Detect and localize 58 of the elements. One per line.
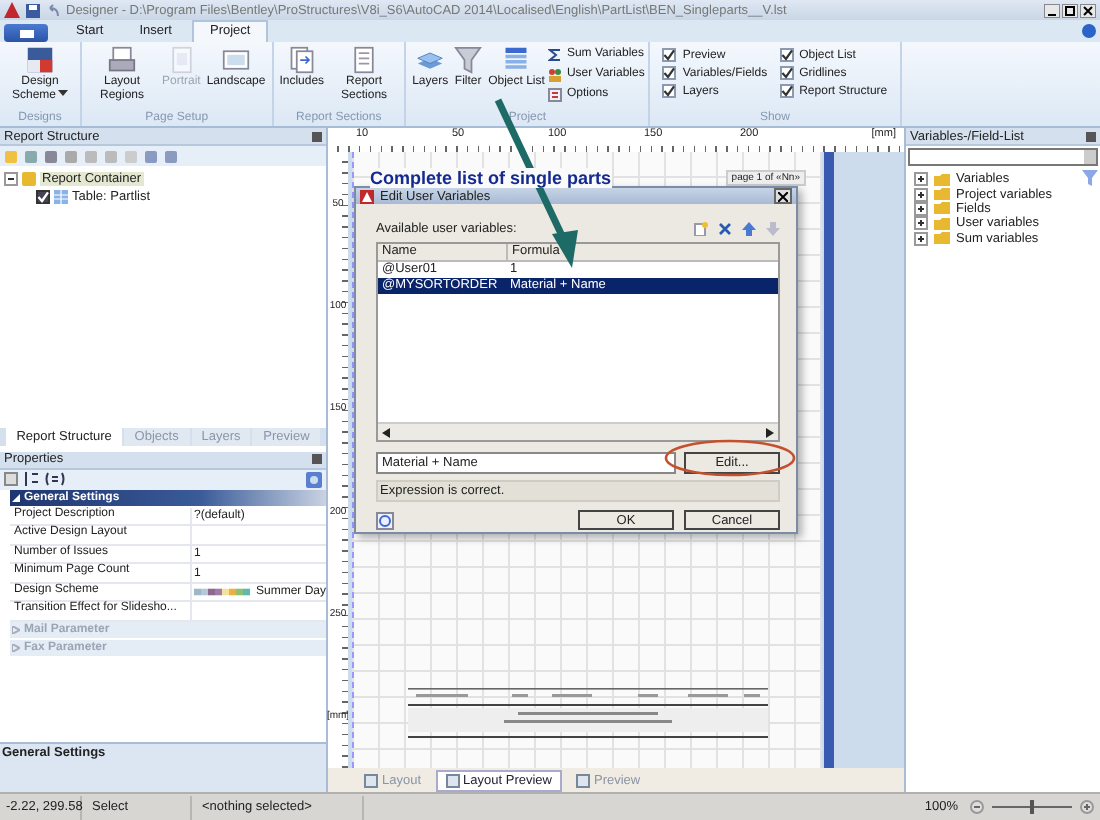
pages-arrow-icon (287, 46, 316, 74)
list-icon (502, 46, 531, 74)
expand-icon[interactable] (914, 231, 928, 246)
highlight-ellipse (664, 439, 796, 477)
landscape-page-icon (222, 46, 251, 74)
zoom-out-icon[interactable] (970, 800, 984, 814)
page-icon (167, 46, 196, 74)
app-logo-icon (360, 189, 374, 203)
move-up-icon[interactable] (742, 221, 756, 235)
save-icon[interactable] (26, 3, 40, 17)
expand-icon[interactable] (914, 172, 928, 187)
page-icon (364, 773, 378, 787)
page-icon (445, 773, 460, 787)
table-icon (54, 190, 68, 204)
color-scheme-swatch (193, 588, 250, 597)
checkbox[interactable] (662, 84, 677, 98)
maximize-icon[interactable] (1062, 3, 1078, 17)
page-printer-icon (108, 46, 136, 74)
scroll-left-icon[interactable] (382, 427, 390, 437)
checkbox[interactable] (662, 66, 677, 80)
minimize-icon[interactable] (1044, 3, 1060, 17)
page-sections-icon (350, 46, 379, 74)
help-icon[interactable] (376, 511, 394, 529)
checkbox[interactable] (779, 66, 794, 80)
checkbox[interactable] (36, 190, 50, 204)
container-icon (22, 172, 36, 186)
expand-icon[interactable] (914, 216, 928, 231)
horizontal-scrollbar[interactable] (378, 422, 778, 440)
filter-icon[interactable] (1082, 170, 1098, 186)
scroll-right-icon[interactable] (766, 427, 774, 437)
color-grid-icon (26, 46, 54, 74)
sort-icon[interactable] (24, 472, 38, 486)
application-menu-button[interactable] (4, 24, 48, 42)
new-item-icon[interactable] (694, 221, 708, 235)
people-icon (548, 67, 563, 81)
delete-icon[interactable] (718, 221, 732, 235)
close-button[interactable] (774, 188, 792, 204)
zoom-in-icon[interactable] (1080, 800, 1094, 814)
options-icon (548, 87, 563, 101)
checkbox[interactable] (779, 48, 794, 62)
categorized-icon[interactable] (4, 472, 18, 486)
formula-icon[interactable] (44, 472, 66, 486)
filter-dropdown[interactable] (908, 148, 1098, 166)
page-icon (575, 773, 590, 787)
vertical-scrollbar[interactable] (824, 152, 834, 768)
report-title: Complete list of single parts (370, 168, 612, 188)
help-icon[interactable] (1082, 24, 1096, 38)
sigma-icon (548, 47, 563, 61)
info-icon[interactable] (306, 471, 322, 487)
close-icon[interactable] (1080, 3, 1096, 17)
checkbox[interactable] (662, 48, 677, 62)
undo-icon[interactable] (46, 3, 60, 17)
collapse-icon[interactable] (4, 172, 18, 186)
layers-icon (416, 46, 445, 74)
filter-icon (454, 46, 483, 74)
expand-icon[interactable] (914, 187, 928, 202)
expanded-arrow-icon[interactable] (12, 493, 20, 501)
checkbox[interactable] (779, 84, 794, 98)
